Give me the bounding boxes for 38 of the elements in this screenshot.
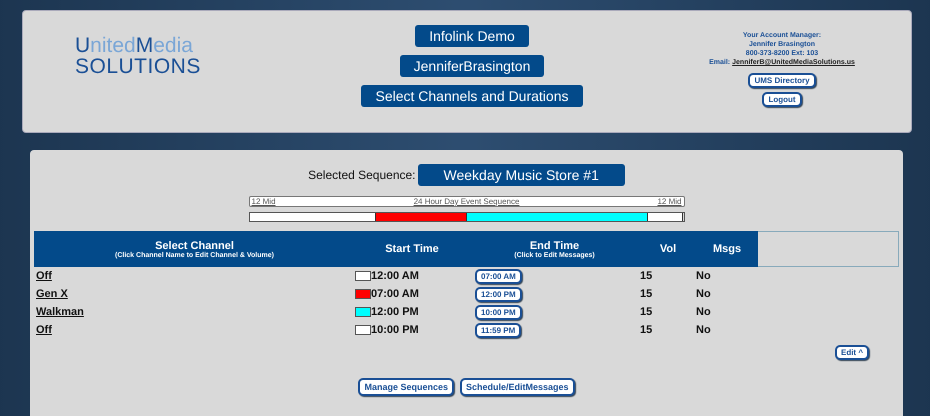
footer-button[interactable]: Manage Sequences — [358, 378, 454, 396]
messages-value: No — [696, 306, 711, 318]
end-time-button[interactable]: 12:00 PM — [475, 286, 522, 302]
channel-link[interactable]: Off — [36, 324, 52, 336]
footer-button[interactable]: Schedule/EditMessages — [460, 378, 575, 396]
timeline-title: 24 Hour Day Event Sequence — [414, 197, 520, 206]
channel-link[interactable]: Off — [36, 270, 52, 282]
header-button[interactable]: JenniferBrasington — [400, 55, 544, 77]
header-button[interactable]: Infolink Demo — [415, 25, 529, 47]
logo-wordmark: UnitedMedia — [75, 35, 194, 57]
messages-value: No — [696, 324, 711, 336]
volume-value: 15 — [640, 324, 652, 336]
start-time: 10:00 PM — [371, 324, 419, 336]
volume-value: 15 — [640, 306, 652, 318]
edit-button[interactable]: Edit ^ — [834, 345, 869, 360]
logo-tagline: SOLUTIONS — [75, 57, 202, 77]
messages-value: No — [696, 270, 711, 282]
account-button[interactable]: UMS Directory — [748, 73, 816, 88]
start-time: 12:00 PM — [371, 306, 419, 318]
channel-link[interactable]: Gen X — [36, 288, 68, 300]
volume-value: 15 — [640, 288, 652, 300]
start-time: 12:00 AM — [371, 270, 419, 282]
column-header: Start Time — [355, 231, 469, 267]
column-header: Msgs — [696, 231, 758, 267]
scale-end-label: 12 Mid — [657, 197, 682, 206]
volume-value: 15 — [640, 270, 652, 282]
start-time: 07:00 AM — [371, 288, 419, 300]
scale-start-label: 12 Mid — [252, 197, 276, 206]
end-time-button[interactable]: 11:59 PM — [475, 322, 522, 338]
end-time-button[interactable]: 07:00 AM — [475, 268, 522, 284]
end-time-button[interactable]: 10:00 PM — [475, 304, 522, 320]
sequence-button[interactable]: Weekday Music Store #1 — [418, 164, 625, 186]
header-button[interactable]: Select Channels and Durations — [361, 85, 582, 107]
account-button[interactable]: Logout — [762, 92, 802, 107]
column-header: Vol — [640, 231, 696, 267]
channel-link[interactable]: Walkman — [36, 306, 84, 318]
messages-value: No — [696, 288, 711, 300]
sequence-label: Selected Sequence: — [308, 168, 416, 182]
